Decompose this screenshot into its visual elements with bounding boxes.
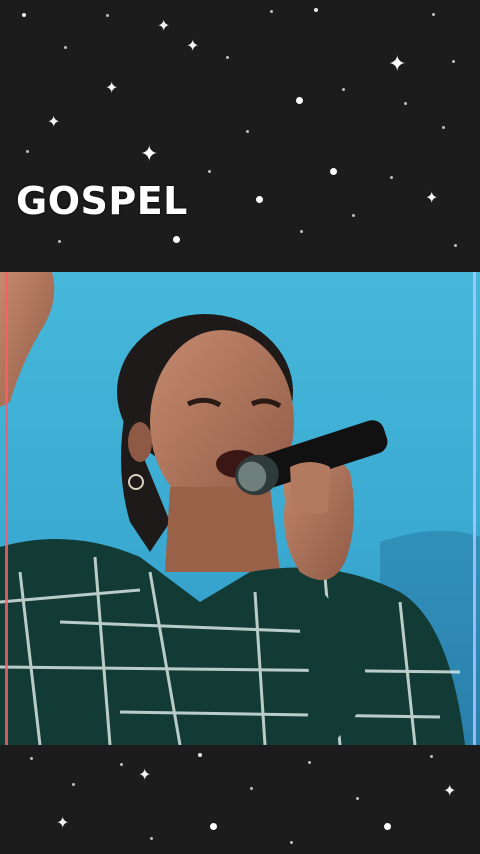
star-dot (106, 14, 109, 17)
star-dot (384, 823, 391, 830)
star-dot (342, 88, 345, 91)
star-dot (210, 823, 217, 830)
star-dot (308, 761, 311, 764)
star-dot (22, 13, 26, 17)
star-dot (226, 56, 229, 59)
star-dot (72, 783, 75, 786)
star-dot (330, 168, 337, 175)
star-dot (432, 13, 435, 16)
star-dot (26, 150, 29, 153)
star-dot (300, 230, 303, 233)
star-dot (246, 130, 249, 133)
sparkle-icon: ✦ (388, 52, 407, 77)
sparkle-icon: ✦ (443, 781, 457, 800)
left-glitch-edge (5, 272, 8, 745)
star-dot (290, 841, 293, 844)
star-dot (208, 170, 211, 173)
star-dot (250, 787, 253, 790)
star-dot (120, 763, 123, 766)
star-dot (452, 60, 455, 63)
star-dot (390, 176, 393, 179)
star-dot (314, 8, 318, 12)
gospel-title: GOSPEL (16, 179, 188, 223)
sparkle-icon: ✦ (105, 78, 119, 97)
star-dot (430, 755, 433, 758)
star-dot (296, 97, 303, 104)
star-dot (356, 797, 359, 800)
sparkle-icon: ✦ (186, 36, 200, 55)
star-dot (256, 196, 263, 203)
sparkle-icon: ✦ (140, 142, 159, 167)
star-dot (270, 10, 273, 13)
singer-illustration (0, 272, 480, 745)
top-starfield-banner: ✦ ✦ ✦ ✦ ✦ ✦ ✦ GOSPEL (0, 0, 480, 272)
star-dot (454, 244, 457, 247)
bottom-starfield-banner: ✦ ✦ ✦ (0, 745, 480, 854)
star-dot (198, 753, 202, 757)
star-dot (64, 46, 67, 49)
sparkle-icon: ✦ (157, 16, 171, 35)
star-dot (150, 837, 153, 840)
star-dot (442, 126, 445, 129)
star-dot (173, 236, 180, 243)
singer-video-frame[interactable] (0, 272, 480, 745)
sparkle-icon: ✦ (425, 188, 439, 207)
sparkle-icon: ✦ (56, 813, 70, 832)
right-glitch-edge (473, 272, 476, 745)
sparkle-icon: ✦ (138, 765, 152, 784)
star-dot (58, 240, 61, 243)
star-dot (30, 757, 33, 760)
star-dot (404, 102, 407, 105)
sparkle-icon: ✦ (47, 112, 61, 131)
star-dot (352, 214, 355, 217)
